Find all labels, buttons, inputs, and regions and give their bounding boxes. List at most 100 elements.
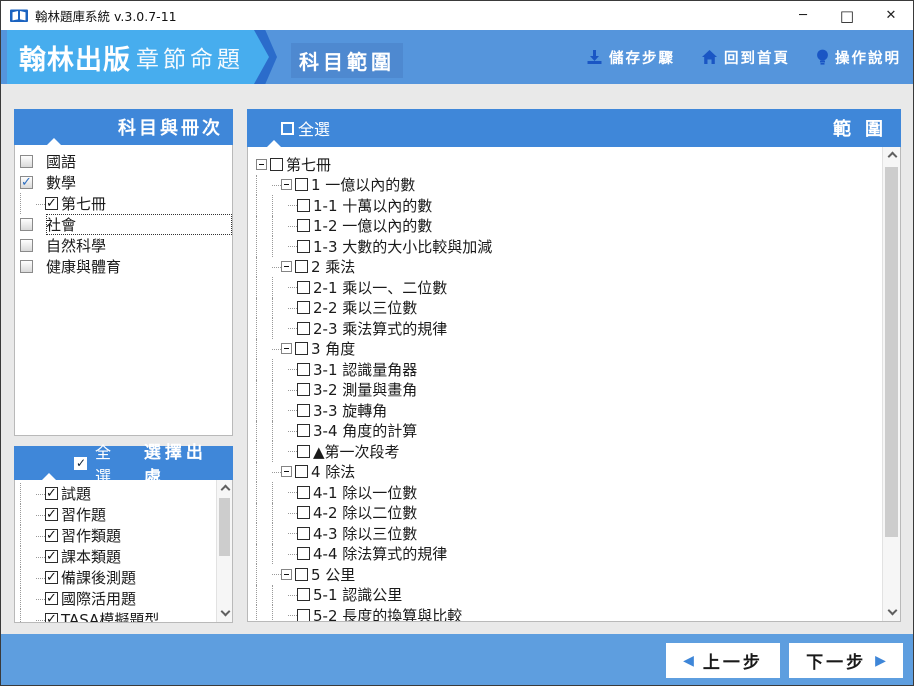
chapter-tree-row[interactable]: 1 一億以內的數 xyxy=(252,174,883,195)
scroll-up-icon[interactable] xyxy=(887,151,897,162)
chapter-tree-row[interactable]: 3-2 測量與畫角 xyxy=(252,379,883,400)
chapter-tree-row[interactable]: 4-3 除以三位數 xyxy=(252,523,883,544)
chapter-checkbox[interactable] xyxy=(297,198,310,212)
source-item[interactable]: 習作類題 xyxy=(15,525,217,546)
chapter-tree-row[interactable]: 1-1 十萬以內的數 xyxy=(252,195,883,216)
source-item[interactable]: 國際活用題 xyxy=(15,588,217,609)
collapse-minus-icon[interactable] xyxy=(256,158,267,170)
header-action-button[interactable]: 儲存步驟 xyxy=(586,47,675,68)
source-item[interactable]: 試題 xyxy=(15,483,217,504)
chapter-tree-row[interactable]: 1-3 大數的大小比較與加減 xyxy=(252,236,883,257)
scope-select-all-checkbox[interactable] xyxy=(281,121,294,135)
chapter-checkbox[interactable] xyxy=(297,321,310,335)
chapter-checkbox[interactable] xyxy=(295,465,308,479)
collapse-minus-icon[interactable] xyxy=(281,179,292,191)
chapter-checkbox[interactable] xyxy=(297,301,310,315)
tree-scrollbar[interactable] xyxy=(882,147,900,621)
chapter-checkbox[interactable] xyxy=(297,526,310,540)
source-checkbox[interactable] xyxy=(45,486,58,501)
source-checkbox[interactable] xyxy=(45,549,58,564)
scroll-up-icon[interactable] xyxy=(220,484,230,495)
chapter-checkbox[interactable] xyxy=(297,588,310,602)
subject-checkbox[interactable] xyxy=(20,239,33,252)
window-title: 翰林題庫系統 v.3.0.7-11 xyxy=(35,9,177,24)
sources-scrollbar[interactable] xyxy=(216,480,232,622)
collapse-minus-icon[interactable] xyxy=(281,466,292,478)
source-checkbox[interactable] xyxy=(45,507,58,522)
previous-step-button[interactable]: ◀ 上一步 xyxy=(666,643,780,678)
next-step-button[interactable]: 下一步 ▶ xyxy=(789,643,903,678)
source-checkbox[interactable] xyxy=(45,612,58,622)
chapter-tree-row[interactable]: 4-2 除以二位數 xyxy=(252,502,883,523)
collapse-minus-icon[interactable] xyxy=(281,568,292,580)
scroll-down-icon[interactable] xyxy=(887,605,897,616)
chapter-checkbox[interactable] xyxy=(297,547,310,561)
subject-item[interactable]: 數學 xyxy=(15,172,232,193)
chapter-tree-row[interactable]: 1-2 一億以內的數 xyxy=(252,215,883,236)
chapter-checkbox[interactable] xyxy=(295,178,308,192)
subject-checkbox[interactable] xyxy=(20,175,33,190)
chapter-tree-row[interactable]: 4-1 除以一位數 xyxy=(252,482,883,503)
subject-item[interactable]: 第七冊 xyxy=(15,193,232,214)
chapter-checkbox[interactable] xyxy=(270,157,283,171)
subject-checkbox[interactable] xyxy=(20,155,33,168)
chapter-tree-row[interactable]: ▲第一次段考 xyxy=(252,441,883,462)
subject-checkbox[interactable] xyxy=(45,196,58,211)
collapse-minus-icon[interactable] xyxy=(281,343,292,355)
chapter-tree-row[interactable]: 5-1 認識公里 xyxy=(252,584,883,605)
chapter-tree-row[interactable]: 2 乘法 xyxy=(252,256,883,277)
chapter-checkbox[interactable] xyxy=(297,383,310,397)
chapter-checkbox[interactable] xyxy=(297,485,310,499)
scrollbar-thumb[interactable] xyxy=(219,498,230,556)
tree-connector xyxy=(288,298,297,309)
source-item[interactable]: 備課後測題 xyxy=(15,567,217,588)
chapter-checkbox[interactable] xyxy=(297,403,310,417)
chapter-tree-row[interactable]: 2-2 乘以三位數 xyxy=(252,297,883,318)
chapter-checkbox[interactable] xyxy=(297,280,310,294)
source-item[interactable]: 課本類題 xyxy=(15,546,217,567)
chapter-checkbox[interactable] xyxy=(297,219,310,233)
close-button[interactable]: ✕ xyxy=(869,1,913,30)
header-action-button[interactable]: 操作說明 xyxy=(816,47,901,68)
chapter-checkbox[interactable] xyxy=(297,506,310,520)
maximize-button[interactable]: □ xyxy=(825,1,869,30)
chapter-checkbox[interactable] xyxy=(297,239,310,253)
source-checkbox[interactable] xyxy=(45,570,58,585)
chapter-checkbox[interactable] xyxy=(295,567,308,581)
source-checkbox[interactable] xyxy=(45,528,58,543)
scroll-down-icon[interactable] xyxy=(220,606,230,617)
chapter-checkbox[interactable] xyxy=(295,260,308,274)
minimize-button[interactable]: ─ xyxy=(781,1,825,30)
collapse-minus-icon[interactable] xyxy=(281,261,292,273)
subject-item[interactable]: 社會 xyxy=(15,214,232,235)
chapter-checkbox[interactable] xyxy=(295,342,308,356)
chapter-tree-row[interactable]: 5-2 長度的換算與比較 xyxy=(252,605,883,621)
subject-item[interactable]: 健康與體育 xyxy=(15,256,232,277)
chapter-tree-row[interactable]: 4-4 除法算式的規律 xyxy=(252,543,883,564)
chapter-checkbox[interactable] xyxy=(297,608,310,621)
chapter-tree-row[interactable]: 3-3 旋轉角 xyxy=(252,400,883,421)
subject-item[interactable]: 自然科學 xyxy=(15,235,232,256)
chapter-tree-row[interactable]: 3-1 認識量角器 xyxy=(252,359,883,380)
chapter-checkbox[interactable] xyxy=(297,424,310,438)
chapter-tree-row[interactable]: 3 角度 xyxy=(252,338,883,359)
title-bar: 翰林題庫系統 v.3.0.7-11 ─ □ ✕ xyxy=(1,1,913,30)
subject-item[interactable]: 國語 xyxy=(15,151,232,172)
subject-checkbox[interactable] xyxy=(20,260,33,273)
subject-checkbox[interactable] xyxy=(20,218,33,231)
chapter-tree-row[interactable]: 4 除法 xyxy=(252,461,883,482)
chapter-tree-row[interactable]: 3-4 角度的計算 xyxy=(252,420,883,441)
chapter-tree-row[interactable]: 第七冊 xyxy=(252,154,883,175)
sources-select-all-checkbox[interactable] xyxy=(74,456,87,470)
scrollbar-thumb[interactable] xyxy=(885,167,898,537)
chapter-tree-row[interactable]: 2-1 乘以一、二位數 xyxy=(252,277,883,298)
chapter-tree-row[interactable]: 5 公里 xyxy=(252,564,883,585)
source-item[interactable]: 習作題 xyxy=(15,504,217,525)
source-item[interactable]: TASA模擬題型 xyxy=(15,609,217,622)
source-checkbox[interactable] xyxy=(45,591,58,606)
tree-connector xyxy=(288,318,297,330)
chapter-checkbox[interactable] xyxy=(297,362,310,376)
chapter-tree-row[interactable]: 2-3 乘法算式的規律 xyxy=(252,318,883,339)
header-action-button[interactable]: 回到首頁 xyxy=(701,47,790,68)
chapter-checkbox[interactable] xyxy=(297,444,310,458)
